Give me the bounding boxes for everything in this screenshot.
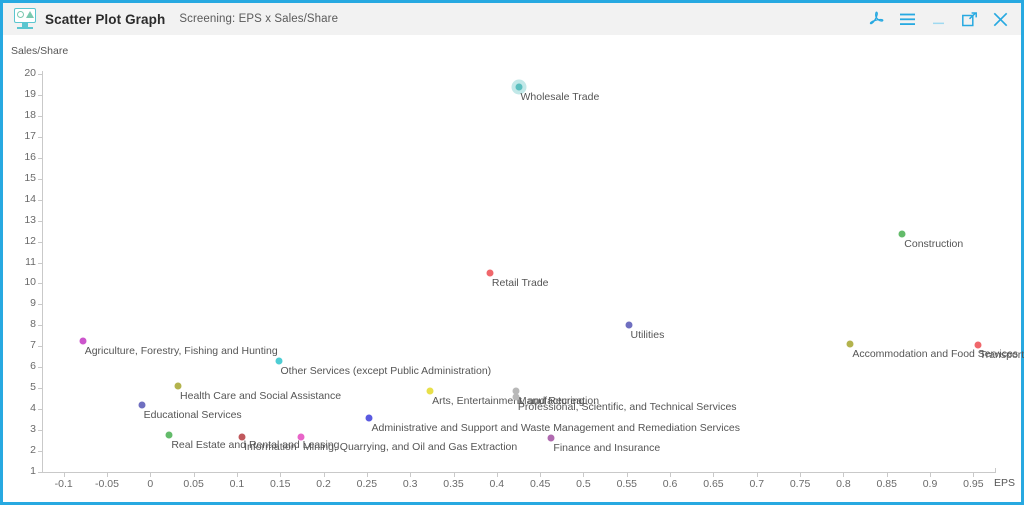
x-tick-label: -0.05 xyxy=(95,478,119,490)
x-tick-label: 0.95 xyxy=(963,478,984,490)
x-tick-label: 0.75 xyxy=(789,478,811,490)
scatter-point-label: Mining, Quarrying, and Oil and Gas Extra… xyxy=(303,441,518,454)
y-tick-label: 7 xyxy=(30,339,36,352)
x-tick-label: 0.7 xyxy=(749,478,765,490)
x-tick-label: 0.35 xyxy=(443,478,464,490)
scatter-point-label: Other Services (except Public Administra… xyxy=(280,364,492,377)
y-tick-label: 18 xyxy=(24,108,36,121)
close-icon[interactable] xyxy=(992,11,1009,28)
y-tick-label: 12 xyxy=(24,234,36,247)
x-tick-label: 0.05 xyxy=(183,478,204,490)
x-axis-title: EPS xyxy=(993,477,1015,489)
x-tick-label: 0.15 xyxy=(270,478,291,490)
minimize-icon[interactable] xyxy=(930,11,947,28)
page-title: Scatter Plot Graph xyxy=(45,11,166,27)
scatter-point[interactable] xyxy=(165,431,173,439)
scatter-point[interactable] xyxy=(174,382,182,390)
y-tick-label: 20 xyxy=(24,67,36,79)
scatter-point[interactable] xyxy=(846,340,854,348)
y-tick-label: 11 xyxy=(25,255,36,268)
screening-subtitle: Screening: EPS x Sales/Share xyxy=(179,13,339,25)
scatter-point-label: Educational Services xyxy=(143,408,242,421)
scatter-point-label: Transportation and Warehousing xyxy=(979,349,1024,362)
scatter-point-label: Agriculture, Forestry, Fishing and Hunti… xyxy=(84,345,278,358)
x-tick-label: 0.5 xyxy=(576,478,591,490)
x-tick-label: 0 xyxy=(147,478,154,490)
x-tick-label: 0.9 xyxy=(922,478,938,490)
scatter-point[interactable] xyxy=(426,387,434,395)
scatter-point[interactable] xyxy=(238,433,246,441)
x-tick-label: -0.1 xyxy=(54,478,73,490)
y-tick-label: 17 xyxy=(24,129,36,142)
scatter-point-label: Wholesale Trade xyxy=(520,90,600,103)
menu-icon[interactable] xyxy=(899,11,916,28)
y-axis-title: Sales/Share xyxy=(11,45,69,57)
y-tick-label: 5 xyxy=(30,381,36,394)
x-tick-label: 0.45 xyxy=(529,478,551,490)
x-tick-label: 0.2 xyxy=(316,478,331,490)
x-tick-label: 0.8 xyxy=(836,478,851,490)
x-tick-label: 0.6 xyxy=(662,478,678,490)
x-tick-label: 0.4 xyxy=(489,478,505,490)
scatter-point[interactable] xyxy=(297,433,305,441)
y-tick-label: 9 xyxy=(30,297,36,310)
y-tick-label: 1 xyxy=(30,465,36,477)
y-tick-label: 8 xyxy=(30,318,36,331)
chart-monitor-icon xyxy=(13,8,37,30)
y-tick-label: 2 xyxy=(30,444,36,457)
y-tick-label: 10 xyxy=(24,276,36,289)
y-tick-label: 3 xyxy=(30,423,36,436)
y-tick-label: 13 xyxy=(24,213,36,226)
scatter-point[interactable] xyxy=(512,393,520,401)
scatter-point[interactable] xyxy=(275,357,283,365)
pdf-export-icon[interactable] xyxy=(868,11,885,28)
x-tick-label: 0.65 xyxy=(703,478,724,490)
y-tick-label: 6 xyxy=(30,360,36,373)
scatter-plot-canvas[interactable]: Sales/Share EPS 20 19 18 17 16 15 14 13 12 11 10 9 8… xyxy=(3,35,1024,502)
scatter-point[interactable] xyxy=(515,83,522,91)
maximize-icon[interactable] xyxy=(961,11,978,28)
scatter-point[interactable] xyxy=(365,414,373,422)
scatter-point-label: Finance and Insurance xyxy=(553,442,661,455)
scatter-point[interactable] xyxy=(79,337,87,345)
scatter-point-label: Utilities xyxy=(630,329,665,342)
scatter-point-label: Administrative and Support and Waste Man… xyxy=(371,421,740,434)
scatter-point-label: Information xyxy=(244,441,297,454)
x-tick-label: 0.1 xyxy=(229,478,245,490)
x-tick-label: 0.25 xyxy=(356,478,378,490)
scatter-point-label: Retail Trade xyxy=(491,277,549,289)
scatter-point-label: Health Care and Social Assistance xyxy=(180,390,342,403)
scatter-point-label: Professional, Scientific, and Technical … xyxy=(517,400,737,413)
scatter-point[interactable] xyxy=(974,341,982,349)
scatter-plot-window: Scatter Plot Graph Screening: EPS x Sale… xyxy=(0,0,1024,505)
scatter-point[interactable] xyxy=(486,269,494,277)
window-titlebar: Scatter Plot Graph Screening: EPS x Sale… xyxy=(3,3,1021,36)
y-tick-label: 15 xyxy=(24,171,36,184)
scatter-point[interactable] xyxy=(138,401,146,409)
scatter-point[interactable] xyxy=(625,321,633,329)
y-tick-label: 16 xyxy=(24,150,36,163)
x-tick-label: 0.85 xyxy=(876,478,897,490)
y-tick-label: 14 xyxy=(24,192,36,205)
x-tick-label: 0.3 xyxy=(402,478,418,490)
scatter-point[interactable] xyxy=(898,230,906,238)
y-tick-label: 4 xyxy=(30,402,36,415)
scatter-point-label: Construction xyxy=(904,238,964,251)
x-tick-label: 0.55 xyxy=(616,478,637,490)
scatter-point[interactable] xyxy=(547,434,555,442)
y-tick-label: 19 xyxy=(24,87,36,100)
titlebar-actions xyxy=(868,11,1009,28)
